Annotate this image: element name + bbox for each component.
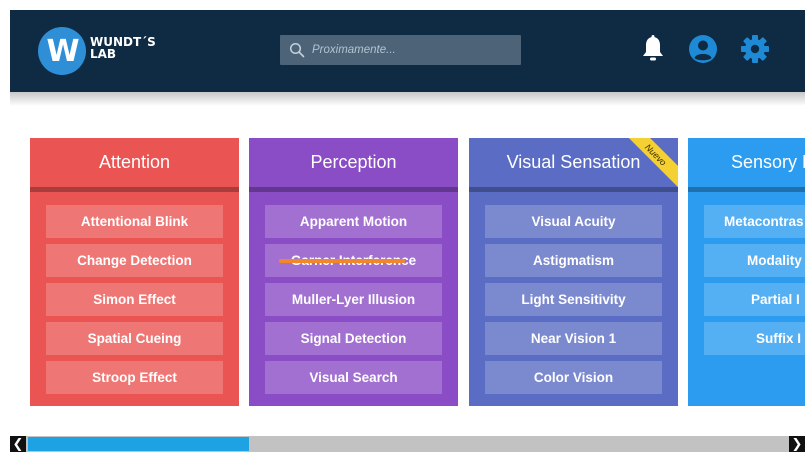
header-shadow: [10, 92, 805, 106]
search-icon: [289, 42, 305, 58]
gear-icon[interactable]: [740, 34, 770, 64]
card-title: Sensory M: [731, 152, 805, 172]
test-stroop-effect[interactable]: Stroop Effect: [46, 361, 223, 394]
scroll-left-button[interactable]: ❮: [10, 436, 26, 452]
logo-letter: W: [46, 33, 79, 69]
search-box[interactable]: [280, 35, 521, 65]
test-color-vision[interactable]: Color Vision: [485, 361, 662, 394]
test-near-vision-1[interactable]: Near Vision 1: [485, 322, 662, 355]
scroll-right-button[interactable]: ❯: [789, 436, 805, 452]
card-divider: [688, 187, 805, 192]
test-light-sensitivity[interactable]: Light Sensitivity: [485, 283, 662, 316]
search-input[interactable]: [312, 35, 512, 65]
test-partial-report[interactable]: Partial I: [704, 283, 805, 316]
test-suffix[interactable]: Suffix I: [704, 322, 805, 355]
top-header: W WUNDT´S LAB: [10, 10, 805, 92]
test-metacontrast[interactable]: Metacontras: [704, 205, 805, 238]
test-astigmatism[interactable]: Astigmatism: [485, 244, 662, 277]
new-ribbon: Nuevo: [626, 138, 678, 190]
logo-wordmark: WUNDT´S LAB: [90, 36, 156, 60]
card-divider: [249, 187, 458, 192]
card-title: Attention: [98, 152, 171, 172]
test-visual-acuity[interactable]: Visual Acuity: [485, 205, 662, 238]
logo-line-2: LAB: [90, 47, 117, 61]
card-divider: [30, 187, 239, 192]
card-visual-sensation: Visual Sensation Nuevo Visual Acuity Ast…: [469, 138, 678, 406]
card-perception: Perception Apparent Motion Garner Interf…: [249, 138, 458, 406]
user-icon[interactable]: [688, 34, 718, 64]
test-spatial-cueing[interactable]: Spatial Cueing: [46, 322, 223, 355]
test-visual-search[interactable]: Visual Search: [265, 361, 442, 394]
logo-badge[interactable]: W: [38, 27, 86, 75]
horizontal-scrollbar[interactable]: ❮ ❯: [10, 436, 805, 452]
test-muller-lyer-illusion[interactable]: Muller-Lyer Illusion: [265, 283, 442, 316]
strikethrough-mark: [279, 259, 405, 263]
card-title: Perception: [310, 152, 397, 172]
app-area: W WUNDT´S LAB Proximamente... Attention …: [10, 10, 805, 452]
card-sensory-memory: Sensory M Metacontras Modality Partial I…: [688, 138, 805, 406]
page-frame: W WUNDT´S LAB Proximamente... Attention …: [0, 0, 805, 452]
card-attention: Attention Attentional Blink Change Detec…: [30, 138, 239, 406]
test-garner-interference[interactable]: Garner Interference: [265, 244, 442, 277]
test-modality[interactable]: Modality: [704, 244, 805, 277]
test-simon-effect[interactable]: Simon Effect: [46, 283, 223, 316]
bell-icon[interactable]: [638, 34, 668, 64]
test-change-detection[interactable]: Change Detection: [46, 244, 223, 277]
test-attentional-blink[interactable]: Attentional Blink: [46, 205, 223, 238]
test-apparent-motion[interactable]: Apparent Motion: [265, 205, 442, 238]
scroll-thumb[interactable]: [28, 437, 249, 451]
test-signal-detection[interactable]: Signal Detection: [265, 322, 442, 355]
new-badge: Nuevo: [626, 138, 678, 189]
